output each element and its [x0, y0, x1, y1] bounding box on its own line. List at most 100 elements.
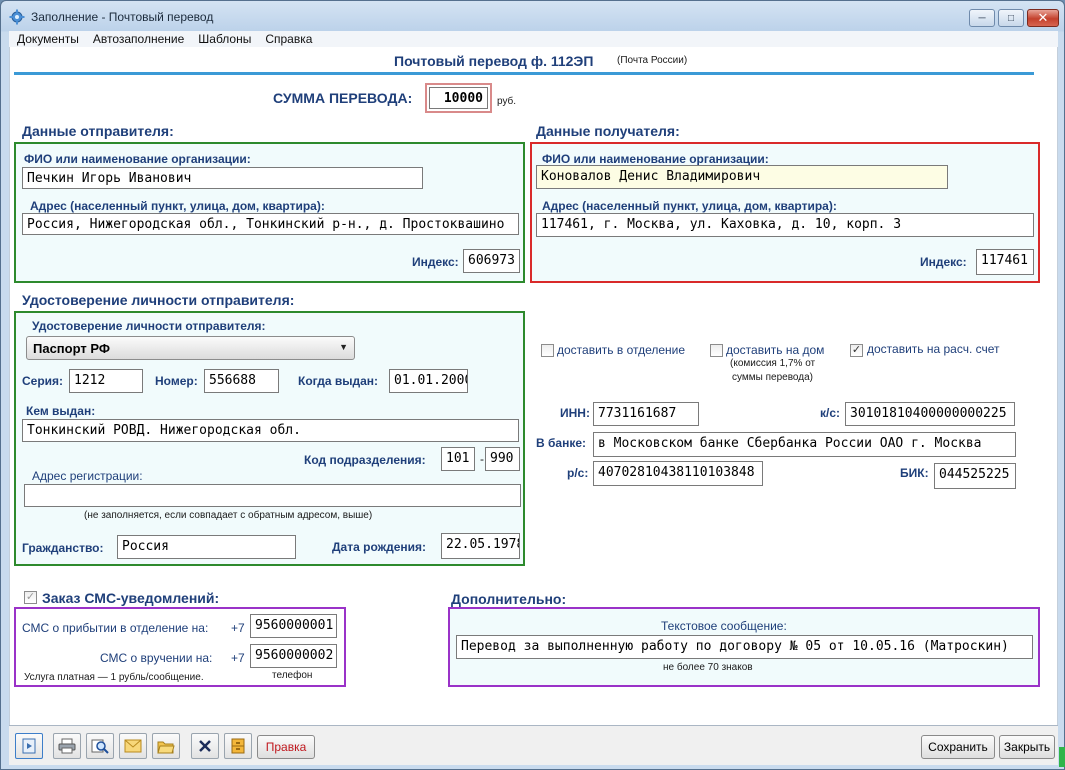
ks-input[interactable]: 30101810400000000225 — [845, 402, 1015, 426]
number-label: Номер: — [155, 374, 198, 388]
sms-section: СМС о прибытии в отделение на: +7 956000… — [14, 607, 346, 687]
amount-label: СУММА ПЕРЕВОДА: — [273, 90, 413, 106]
recipient-index-label: Индекс: — [920, 255, 967, 269]
window-title: Заполнение - Почтовый перевод — [31, 10, 214, 24]
menu-templates[interactable]: Шаблоны — [198, 32, 251, 46]
extra-section: Текстовое сообщение: Перевод за выполнен… — [448, 607, 1040, 687]
series-label: Серия: — [22, 374, 64, 388]
print-preview-button[interactable] — [15, 733, 43, 759]
app-window: Заполнение - Почтовый перевод ─ □ ✕ Доку… — [0, 0, 1065, 770]
message-label: Текстовое сообщение: — [661, 619, 787, 633]
email-button[interactable] — [119, 733, 147, 759]
deliver-home-note-1: (комиссия 1,7% от — [730, 358, 816, 369]
number-input[interactable]: 556688 — [204, 369, 279, 393]
sender-address-input[interactable]: Россия, Нижегородская обл., Тонкинский р… — [22, 213, 519, 235]
subdivision-input-2[interactable]: 990 — [485, 447, 520, 471]
ks-label: к/с: — [820, 406, 841, 420]
form-subtitle: (Почта России) — [617, 55, 688, 66]
sender-name-input[interactable]: Печкин Игорь Иванович — [22, 167, 423, 189]
citizenship-input[interactable]: Россия — [117, 535, 296, 559]
amount-input[interactable]: 10000 — [429, 87, 488, 109]
deliver-office-checkbox[interactable] — [541, 344, 554, 357]
deliver-account-checkbox[interactable]: ✓ — [850, 344, 863, 357]
recipient-name-input[interactable]: Коновалов Денис Владимирович — [536, 165, 948, 189]
app-gear-icon — [9, 9, 25, 25]
sender-heading: Данные отправителя: — [22, 123, 174, 139]
deliver-home-note-2: суммы перевода) — [732, 372, 813, 383]
bik-input[interactable]: 044525225 — [934, 463, 1016, 489]
sender-address-label: Адрес (населенный пункт, улица, дом, ква… — [30, 199, 325, 213]
deliver-account-label[interactable]: доставить на расч. счет — [867, 342, 1000, 356]
status-indicator — [1059, 747, 1065, 767]
doc-type-label: Удостоверение личности отправителя: — [32, 319, 266, 333]
delete-x-icon — [199, 740, 211, 752]
recipient-address-label: Адрес (населенный пункт, улица, дом, ква… — [542, 199, 837, 213]
deliver-home-label[interactable]: доставить на дом — [726, 343, 824, 357]
sms-paid-note: Услуга платная — 1 рубль/сообщение. — [24, 672, 204, 683]
bank-label: В банке: — [536, 436, 587, 450]
sender-index-label: Индекс: — [412, 255, 459, 269]
rs-input[interactable]: 40702810438110103848 — [593, 461, 763, 486]
open-button[interactable] — [152, 733, 180, 759]
sms-delivery-prefix: +7 — [231, 651, 245, 665]
edit-button[interactable]: Правка — [257, 735, 315, 759]
bik-label: БИК: — [900, 466, 929, 480]
recipient-name-label: ФИО или наименование организации: — [542, 152, 769, 166]
preview-button[interactable] — [86, 733, 114, 759]
reg-address-input[interactable] — [24, 484, 521, 507]
birth-date-label: Дата рождения: — [332, 540, 427, 554]
recipient-address-input[interactable]: 117461, г. Москва, ул. Каховка, д. 10, к… — [536, 213, 1034, 237]
archive-button[interactable] — [224, 733, 252, 759]
doc-type-select[interactable]: Паспорт РФ ▼ — [26, 336, 355, 360]
deliver-home-checkbox[interactable] — [710, 344, 723, 357]
form-title: Почтовый перевод ф. 112ЭП — [394, 53, 594, 69]
delete-button[interactable] — [191, 733, 219, 759]
reg-address-note: (не заполняется, если совпадает с обратн… — [84, 510, 373, 521]
minimize-icon: ─ — [978, 12, 986, 24]
rs-label: р/с: — [567, 466, 589, 480]
menu-documents[interactable]: Документы — [17, 32, 79, 46]
title-bar[interactable]: Заполнение - Почтовый перевод ─ □ ✕ — [1, 1, 1064, 31]
issued-date-input[interactable]: 01.01.2000 — [389, 369, 468, 393]
identity-heading: Удостоверение личности отправителя: — [22, 292, 295, 308]
inn-label: ИНН: — [560, 406, 590, 420]
message-input[interactable]: Перевод за выполненную работу по договор… — [456, 635, 1033, 659]
birth-date-input[interactable]: 22.05.1978 — [441, 533, 520, 559]
print-button[interactable] — [53, 733, 81, 759]
deliver-office-label[interactable]: доставить в отделение — [557, 343, 685, 357]
issued-by-input[interactable]: Тонкинский РОВД. Нижегородская обл. — [22, 419, 519, 442]
citizenship-label: Гражданство: — [22, 541, 104, 555]
reg-address-label: Адрес регистрации: — [32, 469, 143, 483]
doc-type-value: Паспорт РФ — [33, 341, 110, 356]
issued-by-label: Кем выдан: — [26, 404, 96, 418]
close-window-button[interactable]: ✕ — [1027, 9, 1059, 27]
envelope-icon — [124, 739, 142, 753]
menu-autofill[interactable]: Автозаполнение — [93, 32, 184, 46]
subdivision-input-1[interactable]: 101 — [441, 447, 475, 471]
document-play-icon — [22, 738, 36, 754]
menu-help[interactable]: Справка — [265, 32, 312, 46]
close-icon: ✕ — [1037, 10, 1049, 25]
sender-index-input[interactable]: 606973 — [463, 249, 520, 273]
sender-name-label: ФИО или наименование организации: — [24, 152, 251, 166]
sms-delivery-input[interactable]: 9560000002 — [250, 644, 337, 668]
minimize-button[interactable]: ─ — [969, 9, 995, 27]
recipient-index-input[interactable]: 117461 — [976, 249, 1034, 275]
save-button[interactable]: Сохранить — [921, 735, 995, 759]
bank-input[interactable]: в Московском банке Сбербанка России ОАО … — [593, 432, 1016, 457]
inn-input[interactable]: 7731161687 — [593, 402, 699, 426]
title-divider — [14, 72, 1034, 75]
sms-checkbox[interactable]: ✓ — [24, 591, 37, 604]
bottom-toolbar: Правка Сохранить Закрыть — [9, 725, 1058, 765]
sms-arrival-input[interactable]: 9560000001 — [250, 614, 337, 638]
folder-open-icon — [157, 741, 175, 753]
subdivision-dash: - — [480, 452, 484, 466]
recipient-section: ФИО или наименование организации: Конова… — [530, 142, 1040, 283]
series-input[interactable]: 1212 — [69, 369, 143, 393]
close-button[interactable]: Закрыть — [999, 735, 1055, 759]
maximize-button[interactable]: □ — [998, 9, 1024, 27]
issued-date-label: Когда выдан: — [298, 374, 378, 388]
amount-unit: руб. — [497, 96, 517, 107]
sender-section: ФИО или наименование организации: Печкин… — [14, 142, 525, 283]
maximize-icon: □ — [1007, 12, 1015, 24]
